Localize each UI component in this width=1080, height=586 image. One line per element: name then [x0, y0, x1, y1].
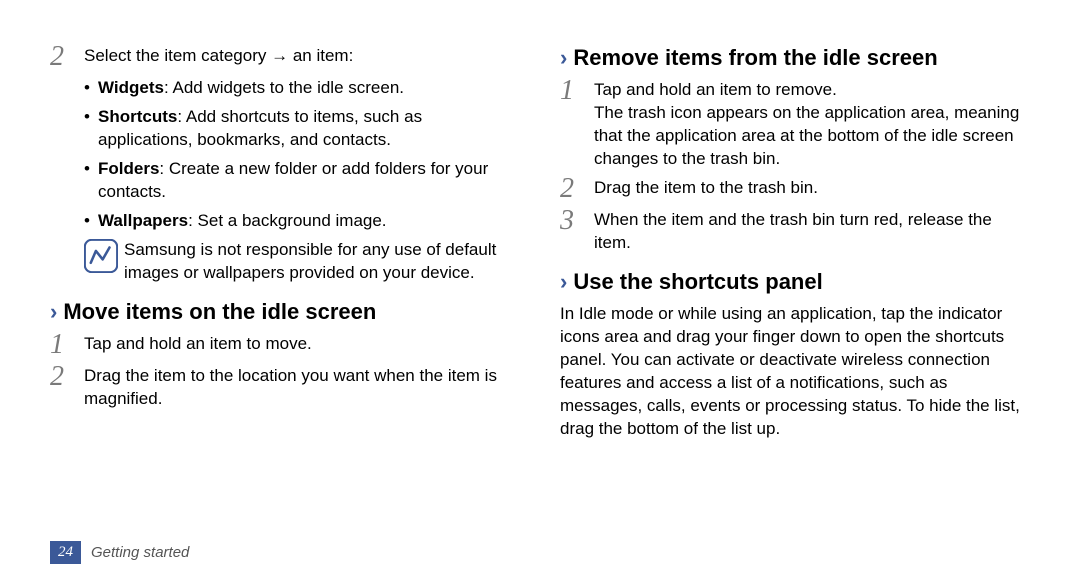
chevron-icon: › [50, 299, 57, 324]
page-number: 24 [50, 541, 81, 564]
note-text: Samsung is not responsible for any use o… [124, 239, 520, 285]
step-number: 2 [50, 43, 84, 71]
remove-step-2: 2 Drag the item to the trash bin. [560, 177, 1030, 203]
bullet-text: : Set a background image. [188, 211, 386, 230]
step-number: 2 [560, 175, 594, 203]
note-row: Samsung is not responsible for any use o… [84, 239, 520, 285]
page-body: 2 Select the item category → an item: Wi… [0, 0, 1080, 586]
step-text: Drag the item to the trash bin. [594, 177, 1030, 200]
bullet-label: Shortcuts [98, 107, 177, 126]
note-icon [84, 239, 118, 273]
step-text: Select the item category → an item: [84, 45, 520, 68]
heading-move-items: ›Move items on the idle screen [50, 299, 520, 325]
bullet-shortcuts: Shortcuts: Add shortcuts to items, such … [84, 106, 520, 152]
chevron-icon: › [560, 269, 567, 294]
bullet-label: Widgets [98, 78, 164, 97]
remove-step-1: 1 Tap and hold an item to remove. The tr… [560, 79, 1030, 171]
step-text: When the item and the trash bin turn red… [594, 209, 1030, 255]
heading-text: Use the shortcuts panel [573, 269, 822, 294]
step-text: Tap and hold an item to remove. The tras… [594, 79, 1030, 171]
heading-remove-items: ›Remove items from the idle screen [560, 45, 1030, 71]
step-2-select-category: 2 Select the item category → an item: [50, 45, 520, 71]
step-text-line1: Tap and hold an item to remove. [594, 80, 837, 99]
heading-text: Move items on the idle screen [63, 299, 376, 324]
shortcuts-paragraph: In Idle mode or while using an applicati… [560, 303, 1030, 441]
move-step-1: 1 Tap and hold an item to move. [50, 333, 520, 359]
bullet-wallpapers: Wallpapers: Set a background image. [84, 210, 520, 233]
heading-shortcuts-panel: ›Use the shortcuts panel [560, 269, 1030, 295]
step-text: Drag the item to the location you want w… [84, 365, 520, 411]
remove-step-3: 3 When the item and the trash bin turn r… [560, 209, 1030, 255]
move-step-2: 2 Drag the item to the location you want… [50, 365, 520, 411]
category-bullet-list: Widgets: Add widgets to the idle screen.… [84, 77, 520, 233]
heading-text: Remove items from the idle screen [573, 45, 937, 70]
right-column: ›Remove items from the idle screen 1 Tap… [560, 45, 1030, 586]
chevron-icon: › [560, 45, 567, 70]
bullet-label: Wallpapers [98, 211, 188, 230]
page-footer: 24 Getting started [50, 541, 189, 564]
footer-section-name: Getting started [91, 544, 189, 561]
step-number: 2 [50, 363, 84, 391]
bullet-label: Folders [98, 159, 159, 178]
bullet-widgets: Widgets: Add widgets to the idle screen. [84, 77, 520, 100]
bullet-folders: Folders: Create a new folder or add fold… [84, 158, 520, 204]
step-number: 1 [560, 77, 594, 105]
step-text: Tap and hold an item to move. [84, 333, 520, 356]
step-number: 1 [50, 331, 84, 359]
step-number: 3 [560, 207, 594, 235]
left-column: 2 Select the item category → an item: Wi… [50, 45, 520, 586]
bullet-text: : Add widgets to the idle screen. [164, 78, 404, 97]
step-text-line2: The trash icon appears on the applicatio… [594, 103, 1019, 168]
